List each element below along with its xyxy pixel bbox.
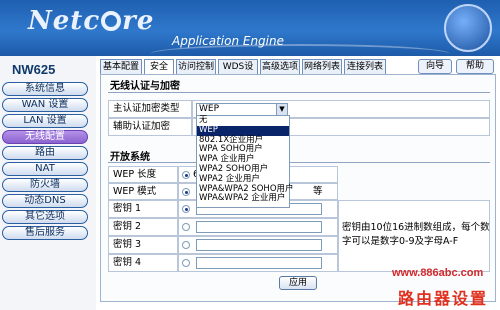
sidebar-item[interactable]: 防火墙 [2,178,88,192]
netcore-logo: Netc re [28,6,154,36]
auth-type-dropdown: 无 WEP 802.1X企业用户 WPA SOHO用户 WPA 企业用户 WPA2 SOH… [196,115,294,208]
tab[interactable]: 基本配置 [100,59,142,74]
sidebar-nav: 系统信息 WAN 设置 LAN 设置 无线配置路由 NAT 防火墙动态DNS 其它选项售后服… [2,82,90,242]
tab[interactable]: 连接列表 [344,59,386,74]
key-radio[interactable] [182,223,190,231]
tab[interactable]: 安全 [144,59,174,74]
wep-length-label: WEP 长度 [108,166,178,183]
key-input[interactable] [196,221,322,233]
globe-icon [444,4,492,52]
logo-ring-icon [101,11,122,31]
key-label: 密钥 2 [108,218,178,236]
sidebar-item[interactable]: 路由 [2,146,88,160]
chevron-down-icon[interactable]: ▼ [276,104,287,115]
auth-section-title: 无线认证与加密 [110,81,180,92]
wep-mode-label: WEP 模式 [108,183,178,200]
wizard-button[interactable]: 向导 [418,59,452,74]
key-radio[interactable] [182,205,190,213]
key-label: 密钥 3 [108,236,178,254]
model-name: NW625 [12,62,56,77]
key-label: 密钥 1 [108,200,178,218]
app-subtitle: Application Engine [172,34,284,48]
wep-mode-radio[interactable] [182,188,190,196]
open-system-title: 开放系统 [110,152,150,163]
sidebar-item[interactable]: 系统信息 [2,82,88,96]
sidebar-item[interactable]: 售后服务 [2,226,88,240]
apply-button[interactable]: 应用 [279,276,317,290]
sidebar-item[interactable]: LAN 设置 [2,114,88,128]
watermark-url: www.886abc.com [392,267,484,279]
sidebar-item[interactable]: 动态DNS [2,194,88,208]
wep-mode-value: 等 [313,186,323,197]
sidebar-item[interactable]: WAN 设置 [2,98,88,112]
logo-text-left: Netc [28,6,101,36]
key-label: 密钥 4 [108,254,178,272]
sidebar-item[interactable]: NAT [2,162,88,176]
section-divider-2 [108,162,490,163]
auth-type-selected-value: WEP [199,104,220,114]
watermark-text: 路由器设置 [398,289,489,308]
key-input[interactable] [196,257,322,269]
wep-length-radio[interactable] [182,171,190,179]
tab[interactable]: 访问控制 [176,59,216,74]
key-input[interactable] [196,239,322,251]
header-banner: Netc re Application Engine [0,0,500,56]
help-button[interactable]: 帮助 [456,59,494,74]
logo-text-right: re [122,6,155,36]
tab[interactable]: 网络列表 [302,59,342,74]
sidebar-item[interactable]: 其它选项 [2,210,88,224]
tab[interactable]: WDS设置 [218,59,258,86]
key-radio[interactable] [182,259,190,267]
key-format-note: 密钥由10位16进制数组成，每个数字可以是数字0-9及字母A-F [342,222,490,247]
sidebar-item[interactable]: 无线配置 [2,130,88,144]
tab[interactable]: 高级选项 [260,59,300,74]
auth-option[interactable]: WPA&WPA2 企业用户 [197,194,289,204]
section-divider [108,92,490,93]
aux-auth-label: 辅助认证加密 [108,118,192,136]
main-auth-label: 主认证加密类型 [108,100,192,118]
key-radio[interactable] [182,241,190,249]
